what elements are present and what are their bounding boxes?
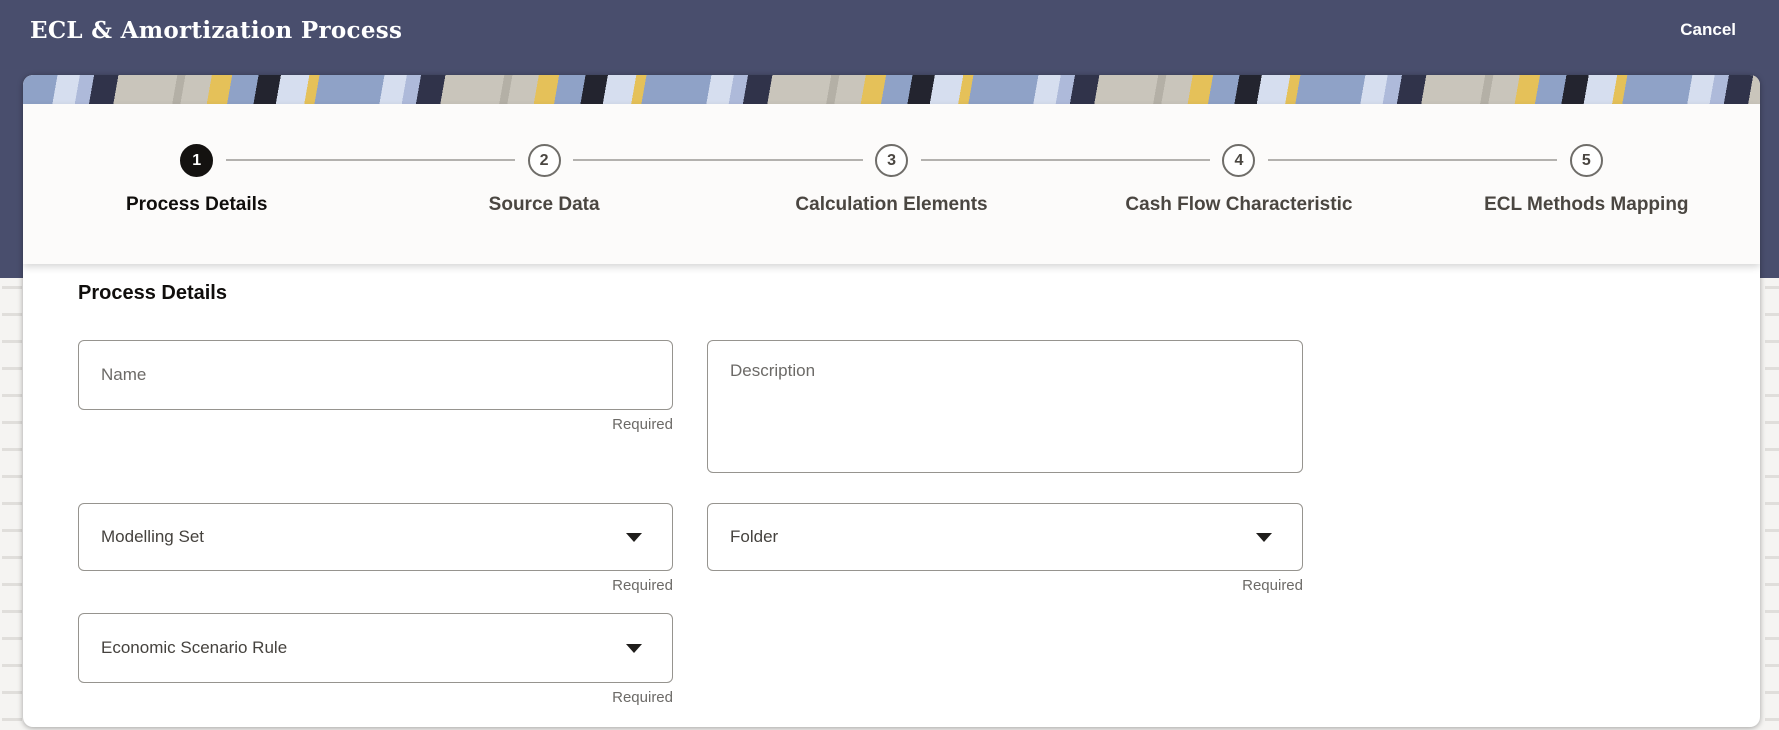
description-textarea[interactable] bbox=[707, 340, 1303, 473]
step-number: 2 bbox=[539, 151, 549, 169]
app-header: ECL & Amortization Process Cancel bbox=[0, 0, 1779, 60]
step-label: Source Data bbox=[488, 194, 600, 215]
section-title: Process Details bbox=[78, 282, 227, 304]
dropdown-arrow-icon bbox=[626, 643, 642, 653]
background-page-remnant-left bbox=[2, 280, 22, 730]
stepper-step-process-details[interactable]: 1 Process Details bbox=[23, 104, 370, 264]
decorative-banner-pattern bbox=[23, 75, 1760, 104]
stepper-step-ecl-methods-mapping[interactable]: 5 ECL Methods Mapping bbox=[1267, 104, 1760, 264]
step-label: Cash Flow Characteristic bbox=[1125, 194, 1353, 215]
step-1-badge: 1 bbox=[180, 144, 214, 177]
cancel-button[interactable]: Cancel bbox=[1680, 20, 1736, 40]
step-label: Process Details bbox=[125, 194, 268, 215]
step-number: 5 bbox=[1581, 151, 1591, 169]
folder-select[interactable]: Folder bbox=[707, 503, 1303, 571]
dropdown-arrow-icon bbox=[1256, 532, 1272, 542]
select-placeholder: Modelling Set bbox=[101, 527, 205, 546]
description-field-group bbox=[707, 340, 1303, 478]
required-hint: Required bbox=[612, 577, 673, 594]
wizard-card: 1 Process Details 2 Source Data 3 Calcul… bbox=[23, 75, 1760, 727]
step-number: 4 bbox=[1234, 151, 1244, 169]
step-3-badge: 3 bbox=[875, 144, 909, 177]
modelling-set-field-group: Modelling Set Required bbox=[78, 503, 673, 594]
name-input[interactable] bbox=[78, 340, 673, 410]
required-hint: Required bbox=[612, 416, 673, 433]
select-placeholder: Economic Scenario Rule bbox=[101, 638, 288, 657]
step-2-badge: 2 bbox=[527, 144, 561, 177]
step-number: 1 bbox=[192, 151, 202, 169]
economic-scenario-rule-select[interactable]: Economic Scenario Rule bbox=[78, 613, 673, 683]
page-title: ECL & Amortization Process bbox=[30, 16, 403, 44]
step-4-badge: 4 bbox=[1222, 144, 1256, 177]
folder-field-group: Folder Required bbox=[707, 503, 1303, 594]
select-placeholder: Folder bbox=[730, 527, 779, 546]
step-5-badge: 5 bbox=[1569, 144, 1603, 177]
modelling-set-select[interactable]: Modelling Set bbox=[78, 503, 673, 571]
required-hint: Required bbox=[612, 689, 673, 706]
step-number: 3 bbox=[887, 151, 896, 169]
stepper-step-cash-flow-characteristic[interactable]: 4 Cash Flow Characteristic bbox=[920, 104, 1412, 264]
stepper-step-calculation-elements[interactable]: 3 Calculation Elements bbox=[572, 104, 1065, 264]
stepper-step-source-data[interactable]: 2 Source Data bbox=[225, 104, 717, 264]
background-page-remnant-right bbox=[1765, 280, 1779, 730]
step-label: ECL Methods Mapping bbox=[1484, 194, 1689, 215]
economic-scenario-rule-field-group: Economic Scenario Rule Required bbox=[78, 613, 673, 706]
name-field-group: Required bbox=[78, 340, 673, 433]
dropdown-arrow-icon bbox=[626, 532, 642, 542]
wizard-stepper: 1 Process Details 2 Source Data 3 Calcul… bbox=[23, 104, 1760, 264]
required-hint: Required bbox=[1242, 577, 1303, 594]
step-label: Calculation Elements bbox=[795, 194, 988, 215]
